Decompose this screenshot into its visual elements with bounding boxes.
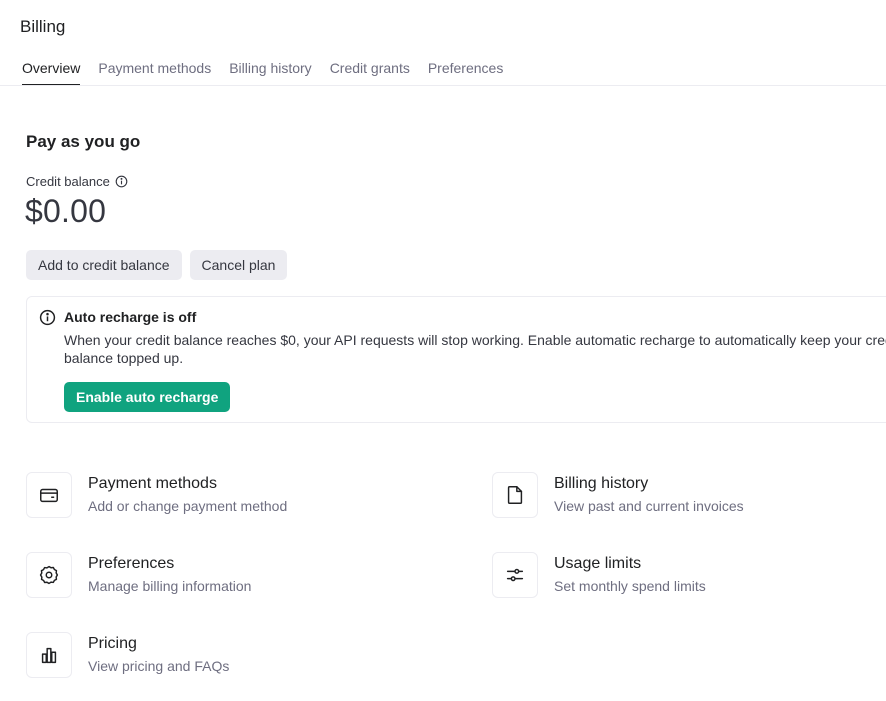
preferences-card[interactable]: Preferences Manage billing information xyxy=(26,552,251,598)
card-title: Payment methods xyxy=(88,475,217,492)
page-title: Billing xyxy=(20,17,66,36)
notice-body: When your credit balance reaches $0, you… xyxy=(64,332,886,366)
payment-methods-card[interactable]: Payment methods Add or change payment me… xyxy=(26,472,287,518)
add-credit-button[interactable]: Add to credit balance xyxy=(26,250,182,280)
card-title: Pricing xyxy=(88,635,137,652)
billing-history-card[interactable]: Billing history View past and current in… xyxy=(492,472,744,518)
cancel-plan-button[interactable]: Cancel plan xyxy=(189,250,288,280)
card-description: Add or change payment method xyxy=(88,498,288,514)
tabs-divider xyxy=(0,85,886,86)
tab-preferences[interactable]: Preferences xyxy=(428,60,503,85)
tab-billing-history[interactable]: Billing history xyxy=(229,60,311,85)
usage-limits-card[interactable]: Usage limits Set monthly spend limits xyxy=(492,552,706,598)
credit-card-icon xyxy=(26,472,72,518)
card-title: Usage limits xyxy=(554,555,642,572)
credit-balance-label-text: Credit balance xyxy=(26,174,110,189)
card-title: Preferences xyxy=(88,555,175,572)
tab-payment-methods[interactable]: Payment methods xyxy=(98,60,211,85)
tab-bar: Overview Payment methods Billing history… xyxy=(22,60,503,85)
credit-balance-label: Credit balance xyxy=(26,174,128,189)
enable-auto-recharge-button[interactable]: Enable auto recharge xyxy=(64,382,231,412)
card-description: Set monthly spend limits xyxy=(554,578,706,594)
tab-credit-grants[interactable]: Credit grants xyxy=(330,60,410,85)
tab-overview[interactable]: Overview xyxy=(22,60,81,85)
info-icon[interactable] xyxy=(115,175,128,188)
sliders-icon xyxy=(492,552,538,598)
auto-recharge-notice: Auto recharge is off When your credit ba… xyxy=(26,296,886,423)
card-title: Billing history xyxy=(554,475,649,492)
card-description: View pricing and FAQs xyxy=(88,658,230,674)
pricing-card[interactable]: Pricing View pricing and FAQs xyxy=(26,632,229,678)
plan-actions: Add to credit balance Cancel plan xyxy=(26,250,288,280)
notice-title: Auto recharge is off xyxy=(64,309,197,325)
plan-title: Pay as you go xyxy=(26,132,141,151)
card-description: Manage billing information xyxy=(88,578,252,594)
credit-balance-amount: $0.00 xyxy=(25,193,107,229)
info-icon xyxy=(39,309,56,331)
gear-icon xyxy=(26,552,72,598)
bar-chart-icon xyxy=(26,632,72,678)
card-description: View past and current invoices xyxy=(554,498,744,514)
document-icon xyxy=(492,472,538,518)
